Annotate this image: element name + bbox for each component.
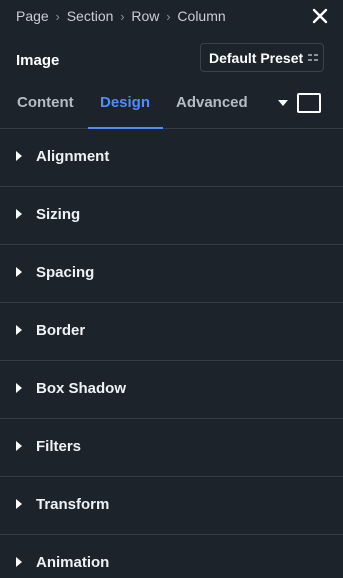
breadcrumb: Page › Section › Row › Column (16, 8, 226, 24)
section-sizing[interactable]: Sizing (0, 187, 343, 245)
section-spacing[interactable]: Spacing (0, 245, 343, 303)
section-box-shadow[interactable]: Box Shadow (0, 361, 343, 419)
breadcrumb-bar: Page › Section › Row › Column (0, 0, 343, 34)
section-label: Sizing (36, 206, 81, 223)
section-animation[interactable]: Animation (0, 535, 343, 578)
caret-right-icon (16, 441, 22, 451)
breadcrumb-separator: › (166, 8, 171, 24)
preset-selector-button[interactable]: Default Preset (200, 43, 324, 72)
desktop-view-icon[interactable] (297, 93, 321, 113)
section-alignment[interactable]: Alignment (0, 129, 343, 187)
section-label: Alignment (36, 148, 110, 165)
caret-right-icon (16, 267, 22, 277)
section-border[interactable]: Border (0, 303, 343, 361)
caret-right-icon (16, 325, 22, 335)
module-title: Image (16, 52, 60, 69)
section-filters[interactable]: Filters (0, 419, 343, 477)
section-label: Box Shadow (36, 380, 127, 397)
section-label: Spacing (36, 264, 95, 281)
section-label: Filters (36, 438, 82, 455)
tab-advanced[interactable]: Advanced (176, 94, 248, 111)
dropdown-arrow-icon[interactable] (277, 98, 289, 108)
breadcrumb-item-page[interactable]: Page (16, 8, 49, 24)
section-label: Border (36, 322, 86, 339)
breadcrumb-item-section[interactable]: Section (67, 8, 114, 24)
tab-content[interactable]: Content (17, 94, 74, 111)
caret-right-icon (16, 151, 22, 161)
caret-right-icon (16, 383, 22, 393)
preset-label: Default Preset (209, 50, 304, 66)
close-button[interactable] (311, 7, 329, 25)
breadcrumb-separator: › (55, 8, 60, 24)
caret-right-icon (16, 499, 22, 509)
close-icon (312, 8, 328, 24)
section-label: Transform (36, 496, 110, 513)
breadcrumb-separator: › (120, 8, 125, 24)
design-section-list: Alignment Sizing Spacing Border Box Shad… (0, 129, 343, 578)
preset-options-icon (308, 54, 318, 61)
caret-right-icon (16, 209, 22, 219)
module-header: Image Default Preset (0, 40, 343, 80)
breadcrumb-item-column[interactable]: Column (177, 8, 225, 24)
tab-design[interactable]: Design (100, 94, 150, 111)
breadcrumb-item-row[interactable]: Row (131, 8, 159, 24)
caret-right-icon (16, 557, 22, 567)
section-label: Animation (36, 554, 110, 571)
tab-bar: Content Design Advanced (0, 84, 343, 129)
settings-panel: Page › Section › Row › Column Image Defa… (0, 0, 343, 578)
section-transform[interactable]: Transform (0, 477, 343, 535)
